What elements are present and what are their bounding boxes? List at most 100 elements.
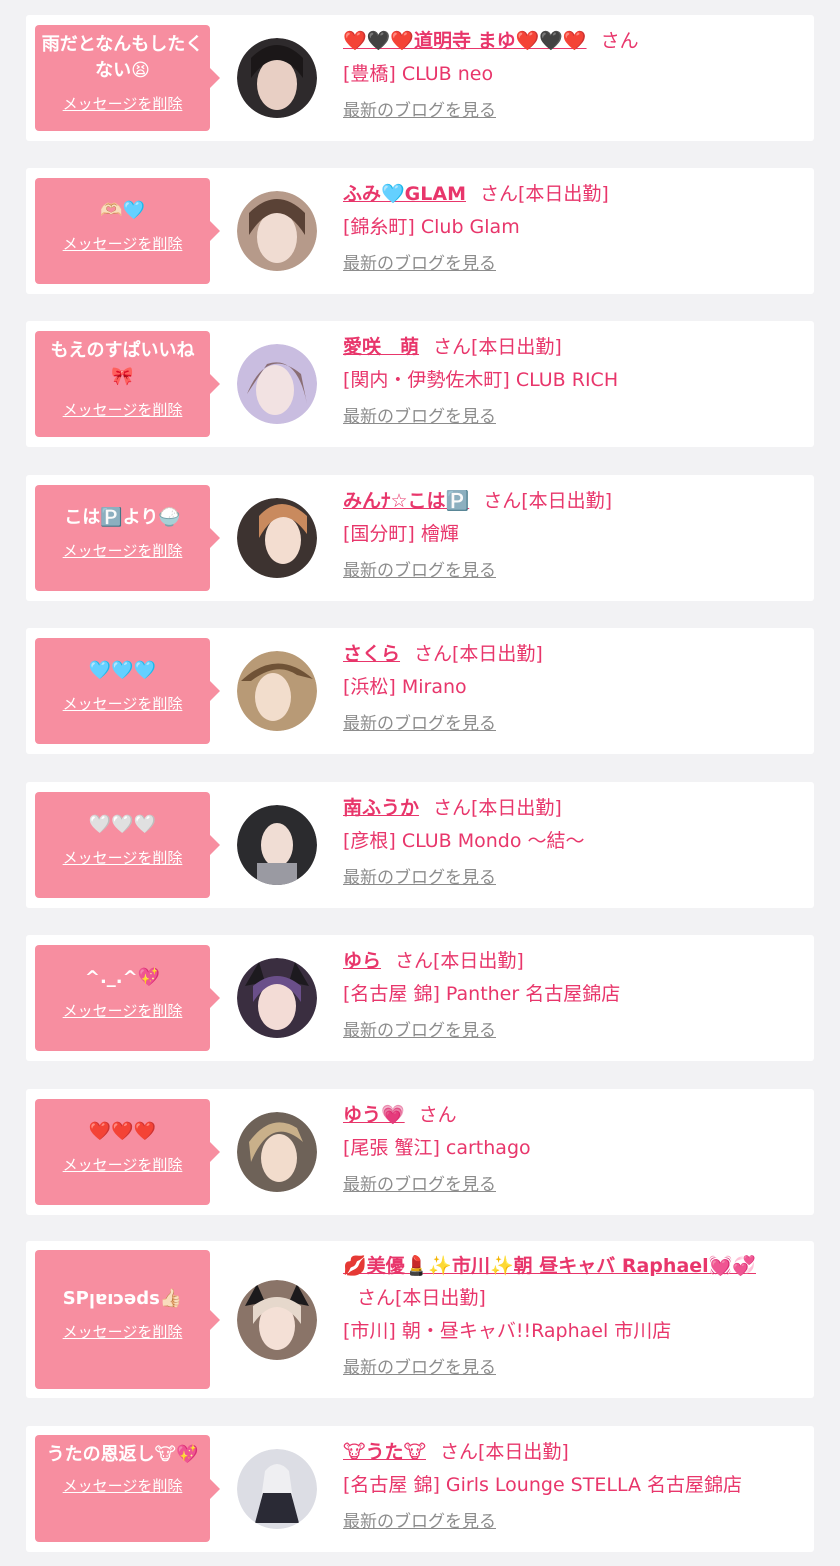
favorite-card: ❤️❤️❤️ メッセージを削除 ゆう💗 さん [尾張 蟹江] carthago 最… [26, 1089, 814, 1215]
latest-blog-link[interactable]: 最新のブログを見る [343, 1508, 496, 1536]
message-bubble: うたの恩返し🐮💖 メッセージを削除 [35, 1435, 220, 1542]
avatar[interactable] [237, 958, 317, 1038]
cast-name-link[interactable]: ゆう💗 [343, 1104, 405, 1126]
latest-blog-link[interactable]: 最新のブログを見る [343, 557, 496, 585]
favorite-card: 🤍🤍🤍 メッセージを削除 南ふうか さん[本日出勤] [彦根] CLUB Mond… [26, 782, 814, 908]
avatar[interactable] [237, 1449, 317, 1529]
avatar[interactable] [237, 38, 317, 118]
cast-info: ゆう💗 さん [尾張 蟹江] carthago 最新のブログを見る [343, 1099, 793, 1199]
cast-status: さん [600, 30, 639, 52]
message-bubble: もえのすぱいいね🎀 メッセージを削除 [35, 331, 220, 437]
delete-message-link[interactable]: メッセージを削除 [35, 234, 210, 254]
cast-status: さん[本日出勤] [433, 797, 562, 819]
message-bubble: ^._.^💖 メッセージを削除 [35, 945, 220, 1051]
shop-label: [名古屋 錦] Girls Lounge STELLA 名古屋錦店 [343, 1474, 743, 1496]
favorite-card: こは🅿️より🍚 メッセージを削除 みんﾅ☆こは🅿️ さん[本日出勤] [国分町] … [26, 475, 814, 601]
message-bubble: SPןɐıɔǝds👍🏻 メッセージを削除 [35, 1250, 220, 1389]
latest-blog-link[interactable]: 最新のブログを見る [343, 250, 496, 278]
shop-label: [尾張 蟹江] carthago [343, 1137, 531, 1159]
latest-blog-link[interactable]: 最新のブログを見る [343, 1171, 496, 1199]
cast-name-link[interactable]: さくら [343, 643, 400, 665]
avatar-image [237, 958, 317, 1038]
message-text: 🫶🏻🩵 [100, 200, 145, 221]
delete-message-link[interactable]: メッセージを削除 [35, 694, 210, 714]
shop-label: [国分町] 檜輝 [343, 523, 459, 545]
favorite-card: うたの恩返し🐮💖 メッセージを削除 🐮うた🐮 さん[本日出勤] [名古屋 錦] G… [26, 1426, 814, 1552]
cast-info: みんﾅ☆こは🅿️ さん[本日出勤] [国分町] 檜輝 最新のブログを見る [343, 485, 793, 585]
cast-status: さん[本日出勤] [395, 950, 524, 972]
avatar[interactable] [237, 498, 317, 578]
latest-blog-link[interactable]: 最新のブログを見る [343, 1017, 496, 1045]
cast-name-link[interactable]: 南ふうか [343, 797, 419, 819]
message-text: うたの恩返し🐮💖 [46, 1444, 199, 1465]
delete-message-link[interactable]: メッセージを削除 [35, 400, 210, 420]
cast-name-link[interactable]: ゆら [343, 950, 381, 972]
avatar-image [237, 1280, 317, 1360]
avatar-image [237, 1449, 317, 1529]
delete-message-link[interactable]: メッセージを削除 [35, 1476, 210, 1496]
cast-info: 愛咲 萌さん[本日出勤] [関内・伊勢佐木町] CLUB RICH 最新のブログ… [343, 331, 793, 431]
delete-message-link[interactable]: メッセージを削除 [35, 541, 210, 561]
latest-blog-link[interactable]: 最新のブログを見る [343, 710, 496, 738]
cast-status: さん[本日出勤] [439, 1441, 569, 1463]
message-bubble: ❤️❤️❤️ メッセージを削除 [35, 1099, 220, 1205]
shop-label: [豊橋] CLUB neo [343, 63, 494, 85]
latest-blog-link[interactable]: 最新のブログを見る [343, 403, 496, 431]
avatar-image [237, 498, 317, 578]
message-bubble: 雨だとなんもしたくない😫 メッセージを削除 [35, 25, 220, 131]
delete-message-link[interactable]: メッセージを削除 [35, 94, 210, 114]
cast-info: さくら さん[本日出勤] [浜松] Mirano 最新のブログを見る [343, 638, 793, 738]
cast-name-link[interactable]: みんﾅ☆こは🅿️ [343, 490, 469, 512]
cast-info: ❤️🖤❤️道明寺 まゆ❤️🖤❤️ さん [豊橋] CLUB neo 最新のブログを… [343, 25, 793, 125]
cast-name-link[interactable]: 💋美優💄✨市川✨朝 昼キャバ Raphael💓💞 [343, 1255, 756, 1277]
delete-message-link[interactable]: メッセージを削除 [35, 1001, 210, 1021]
latest-blog-link[interactable]: 最新のブログを見る [343, 864, 496, 892]
cast-status: さん[本日出勤] [357, 1287, 486, 1309]
message-text: 雨だとなんもしたくない😫 [41, 34, 204, 81]
delete-message-link[interactable]: メッセージを削除 [35, 848, 210, 868]
message-bubble: 🩵🩵🩵 メッセージを削除 [35, 638, 220, 744]
cast-name-link[interactable]: ふみ🩵GLAM [343, 183, 466, 205]
message-bubble: 🫶🏻🩵 メッセージを削除 [35, 178, 220, 284]
shop-label: [関内・伊勢佐木町] CLUB RICH [343, 369, 619, 391]
cast-info: 🐮うた🐮 さん[本日出勤] [名古屋 錦] Girls Lounge STELLA… [343, 1436, 793, 1536]
favorite-card: もえのすぱいいね🎀 メッセージを削除 愛咲 萌さん[本日出勤] [関内・伊勢佐木… [26, 321, 814, 447]
avatar[interactable] [237, 344, 317, 424]
avatar[interactable] [237, 1112, 317, 1192]
shop-label: [錦糸町] Club Glam [343, 216, 520, 238]
delete-message-link[interactable]: メッセージを削除 [35, 1155, 210, 1175]
favorite-card: 🩵🩵🩵 メッセージを削除 さくら さん[本日出勤] [浜松] Mirano 最新の… [26, 628, 814, 754]
cast-name-link[interactable]: 🐮うた🐮 [343, 1441, 426, 1463]
cast-info: ゆら さん[本日出勤] [名古屋 錦] Panther 名古屋錦店 最新のブログを… [343, 945, 793, 1045]
cast-name-link[interactable]: 愛咲 萌 [343, 336, 419, 358]
cast-status: さん[本日出勤] [479, 183, 609, 205]
shop-label: [名古屋 錦] Panther 名古屋錦店 [343, 983, 621, 1005]
cast-status: さん[本日出勤] [414, 643, 543, 665]
cast-info: ふみ🩵GLAM さん[本日出勤] [錦糸町] Club Glam 最新のブログを見… [343, 178, 793, 278]
favorite-card: 🫶🏻🩵 メッセージを削除 ふみ🩵GLAM さん[本日出勤] [錦糸町] Club … [26, 168, 814, 294]
avatar[interactable] [237, 1280, 317, 1360]
message-text: SPןɐıɔǝds👍🏻 [62, 1288, 183, 1309]
cast-status: さん[本日出勤] [483, 490, 613, 512]
message-text: ^._.^💖 [84, 967, 161, 988]
message-text: もえのすぱいいね🎀 [50, 340, 195, 387]
shop-label: [市川] 朝・昼キャバ!!Raphael 市川店 [343, 1320, 672, 1342]
avatar-image [237, 651, 317, 731]
avatar[interactable] [237, 191, 317, 271]
message-bubble: 🤍🤍🤍 メッセージを削除 [35, 792, 220, 898]
message-text: 🩵🩵🩵 [88, 660, 157, 681]
latest-blog-link[interactable]: 最新のブログを見る [343, 97, 496, 125]
message-text: こは🅿️より🍚 [64, 507, 181, 528]
message-bubble: こは🅿️より🍚 メッセージを削除 [35, 485, 220, 591]
avatar[interactable] [237, 805, 317, 885]
avatar-image [237, 805, 317, 885]
latest-blog-link[interactable]: 最新のブログを見る [343, 1354, 496, 1382]
avatar-image [237, 1112, 317, 1192]
avatar[interactable] [237, 651, 317, 731]
message-text: 🤍🤍🤍 [88, 814, 157, 835]
cast-name-link[interactable]: ❤️🖤❤️道明寺 まゆ❤️🖤❤️ [343, 30, 587, 52]
avatar-image [237, 344, 317, 424]
cast-status: さん[本日出勤] [433, 336, 562, 358]
delete-message-link[interactable]: メッセージを削除 [35, 1322, 210, 1342]
shop-label: [浜松] Mirano [343, 676, 467, 698]
